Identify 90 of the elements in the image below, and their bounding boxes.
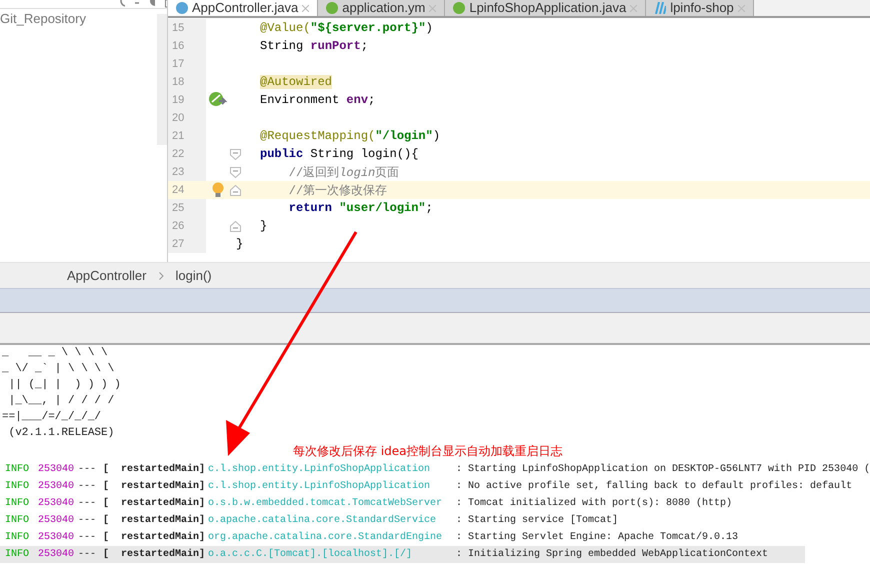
chevron-right-icon (158, 272, 164, 280)
line-number: 21 (168, 127, 206, 145)
code-text: @Autowired (260, 75, 332, 89)
editor-tab[interactable]: AppController.java (168, 0, 318, 16)
line-number: 23 (168, 163, 206, 181)
log-thread: [ restartedMain] (103, 549, 206, 560)
log-message: : Initializing Spring embedded WebApplicationContext (456, 549, 768, 560)
log-message: : Starting service [Tomcat] (456, 515, 618, 526)
log-thread: [ restartedMain] (103, 532, 206, 543)
breadcrumb-item[interactable]: AppController (67, 268, 146, 283)
log-message: : Tomcat initialized with port(s): 8080 (http) (456, 498, 732, 509)
editor-tab[interactable]: LpinfoShopApplication.java (445, 0, 646, 16)
log-separator: --- (78, 532, 98, 543)
log-level: INFO (5, 464, 30, 475)
code-text: //返回到 login页面 (288, 164, 400, 180)
line-number: 18 (168, 73, 206, 91)
editor-tab[interactable]: application.ym (318, 0, 446, 16)
bean-icon[interactable] (209, 92, 227, 108)
code-text: String runPort; (260, 39, 368, 53)
line-number: 27 (168, 235, 206, 253)
log-level: INFO (5, 549, 30, 560)
line-number: 17 (168, 55, 206, 73)
annotation-note: 每次修改后保存 idea控制台显示自动加载重启日志 (293, 443, 563, 460)
log-level: INFO (5, 515, 30, 526)
log-message: : Starting Servlet Engine: Apache Tomcat/9.0.13 (456, 532, 738, 543)
log-pid: 253040 (38, 532, 76, 543)
fold-marker-icon[interactable] (230, 220, 241, 232)
log-separator: --- (78, 498, 98, 509)
log-pid: 253040 (38, 464, 76, 475)
log-logger: c.l.shop.entity.LpinfoShopApplication (208, 464, 432, 475)
tab-label: application.ym (342, 1, 426, 15)
code-text: //第一次修改保存 (288, 182, 388, 198)
log-level: INFO (5, 498, 30, 509)
line-number: 20 (168, 109, 206, 127)
ascii-banner-line: _ __ _ \ \ \ \ (1, 346, 108, 361)
log-logger: o.s.b.w.embedded.tomcat.TomcatWebServer (208, 498, 444, 509)
code-text: @Value("${server.port}") (260, 21, 433, 35)
line-number: 19 (168, 91, 206, 109)
tab-label: AppController.java (192, 1, 298, 15)
breadcrumb-item[interactable]: login() (176, 268, 212, 283)
code-text: } (260, 219, 268, 233)
log-pid: 253040 (38, 498, 76, 509)
close-icon[interactable] (302, 4, 310, 12)
log-pid: 253040 (38, 515, 76, 526)
code-text: return "user/login"; (288, 201, 433, 215)
code-text: public String login(){ (260, 147, 418, 161)
code-text: @RequestMapping("/login") (260, 129, 440, 143)
log-message: : No active profile set, falling back to default profiles: default (456, 481, 852, 492)
leaf-icon (326, 2, 338, 14)
tab-label: LpinfoShopApplication.java (469, 1, 626, 15)
line-number: 25 (168, 199, 206, 217)
log-level: INFO (5, 532, 30, 543)
log-thread: [ restartedMain] (103, 464, 206, 475)
log-level: INFO (5, 481, 30, 492)
log-logger: o.apache.catalina.core.StandardService (208, 515, 438, 526)
fold-marker-icon[interactable] (230, 148, 241, 160)
log-message: : Starting LpinfoShopApplication on DESKTOP-G56LNT7 with PID 253040 ( (456, 464, 870, 475)
fold-marker-icon[interactable] (230, 184, 241, 196)
leaf-icon (453, 2, 466, 14)
fold-marker-icon[interactable] (230, 166, 241, 178)
line-number: 16 (168, 37, 206, 55)
log-separator: --- (78, 481, 98, 492)
log-logger: c.l.shop.entity.LpinfoShopApplication (208, 481, 432, 492)
line-number: 15 (168, 19, 206, 37)
editor-tab[interactable]: lpinfo-shop (646, 0, 754, 16)
line-number: 22 (168, 145, 206, 163)
line-number: 26 (168, 217, 206, 235)
log-thread: [ restartedMain] (103, 481, 206, 492)
ascii-banner-line: _ \/ _` | \ \ \ \ (1, 362, 114, 377)
log-logger: o.a.c.c.C.[Tomcat].[localhost].[/] (208, 549, 414, 560)
ascii-banner-line: || (_| | ) ) ) ) (8, 378, 121, 393)
panel-icon[interactable] (164, 0, 167, 8)
lightbulb-icon[interactable] (212, 182, 224, 198)
ascii-banner-line: |_\__, | / / / / (8, 394, 114, 409)
log-separator: --- (78, 464, 98, 475)
log-thread: [ restartedMain] (103, 498, 206, 509)
log-separator: --- (78, 515, 98, 526)
project-root-label[interactable]: Git_Repository (0, 11, 86, 26)
ascii-banner-line: ==|___/=/_/_/_/ (1, 410, 102, 425)
module-icon (654, 2, 666, 14)
code-text: Environment env; (260, 93, 376, 107)
log-pid: 253040 (38, 481, 76, 492)
log-pid: 253040 (38, 549, 76, 560)
version-label: (v2.1.1.RELEASE) (8, 426, 114, 441)
tab-label: lpinfo-shop (670, 1, 734, 15)
log-thread: [ restartedMain] (103, 515, 206, 526)
log-logger: org.apache.catalina.core.StandardEngine (208, 532, 444, 543)
log-separator: --- (78, 549, 98, 560)
class-icon (176, 2, 188, 14)
code-text: } (236, 237, 244, 251)
